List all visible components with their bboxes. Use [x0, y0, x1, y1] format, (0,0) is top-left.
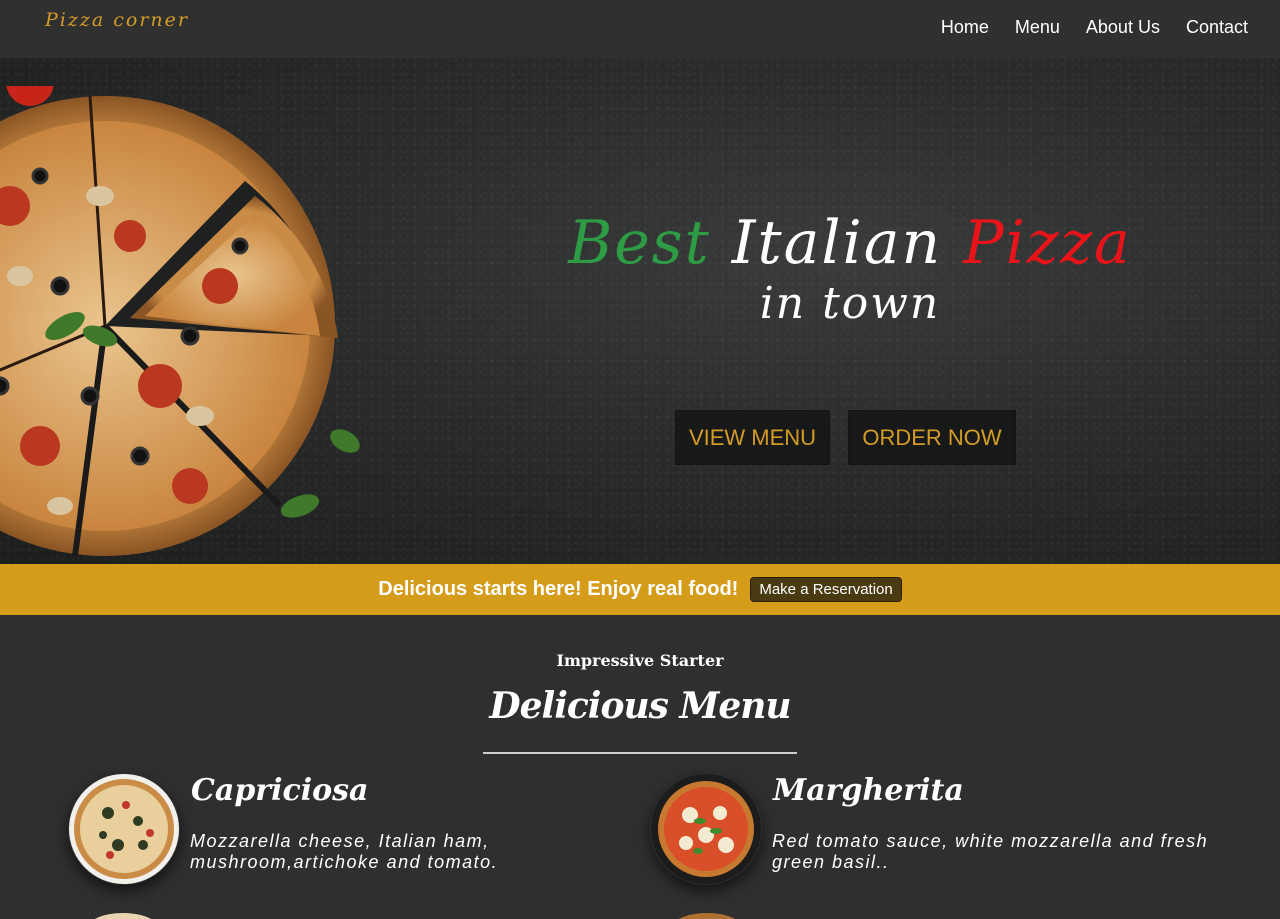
headline-word-best: Best [568, 208, 711, 278]
menu-item-description: Mozzarella cheese, Italian ham, mushroom… [190, 831, 499, 872]
hero-banner: Best Italian Pizza in town VIEW MENU ORD… [0, 58, 1280, 564]
view-menu-button[interactable]: VIEW MENU [675, 410, 830, 465]
promo-bar: Delicious starts here! Enjoy real food! … [0, 564, 1280, 615]
menu-item-name: Capriciosa [191, 773, 369, 808]
menu-divider [483, 752, 797, 754]
hero-headline: Best Italian Pizza in town [560, 208, 1140, 332]
top-navbar: Pizza corner Home Menu About Us Contact [0, 0, 1280, 58]
menu-item-capriciosa: Capriciosa Mozzarella cheese, Italian ha… [68, 773, 628, 885]
menu-title: Delicious Menu [489, 685, 791, 727]
nav-link-about-us[interactable]: About Us [1086, 17, 1160, 38]
menu-item-description: Red tomato sauce, white mozzarella and f… [772, 831, 1209, 872]
menu-item-name: Margherita [773, 773, 964, 808]
margherita-pizza-image [651, 774, 761, 884]
nav-links: Home Menu About Us Contact [941, 17, 1248, 38]
headline-word-pizza: Pizza [963, 208, 1132, 278]
menu-kicker: Impressive Starter [556, 651, 724, 670]
headline-word-italian: Italian [731, 208, 943, 278]
pizza-hero-image [0, 86, 360, 557]
menu-item-margherita: Margherita Red tomato sauce, white mozza… [650, 773, 1210, 885]
menu-section: Impressive Starter Delicious Menu Capric… [0, 615, 1280, 919]
nav-link-home[interactable]: Home [941, 17, 989, 38]
headline-line-2: in town [759, 278, 941, 329]
nav-link-contact[interactable]: Contact [1186, 17, 1248, 38]
nav-link-menu[interactable]: Menu [1015, 17, 1060, 38]
headline-line-1: Best Italian Pizza [560, 208, 1140, 278]
next-menu-item-image [672, 913, 742, 919]
promo-text: Delicious starts here! Enjoy real food! [378, 578, 739, 600]
order-now-button[interactable]: ORDER NOW [848, 410, 1016, 465]
capriciosa-pizza-image [69, 774, 179, 884]
next-menu-item-image [88, 913, 158, 919]
make-reservation-button[interactable]: Make a Reservation [750, 577, 902, 602]
brand-logo[interactable]: Pizza corner [45, 9, 189, 31]
